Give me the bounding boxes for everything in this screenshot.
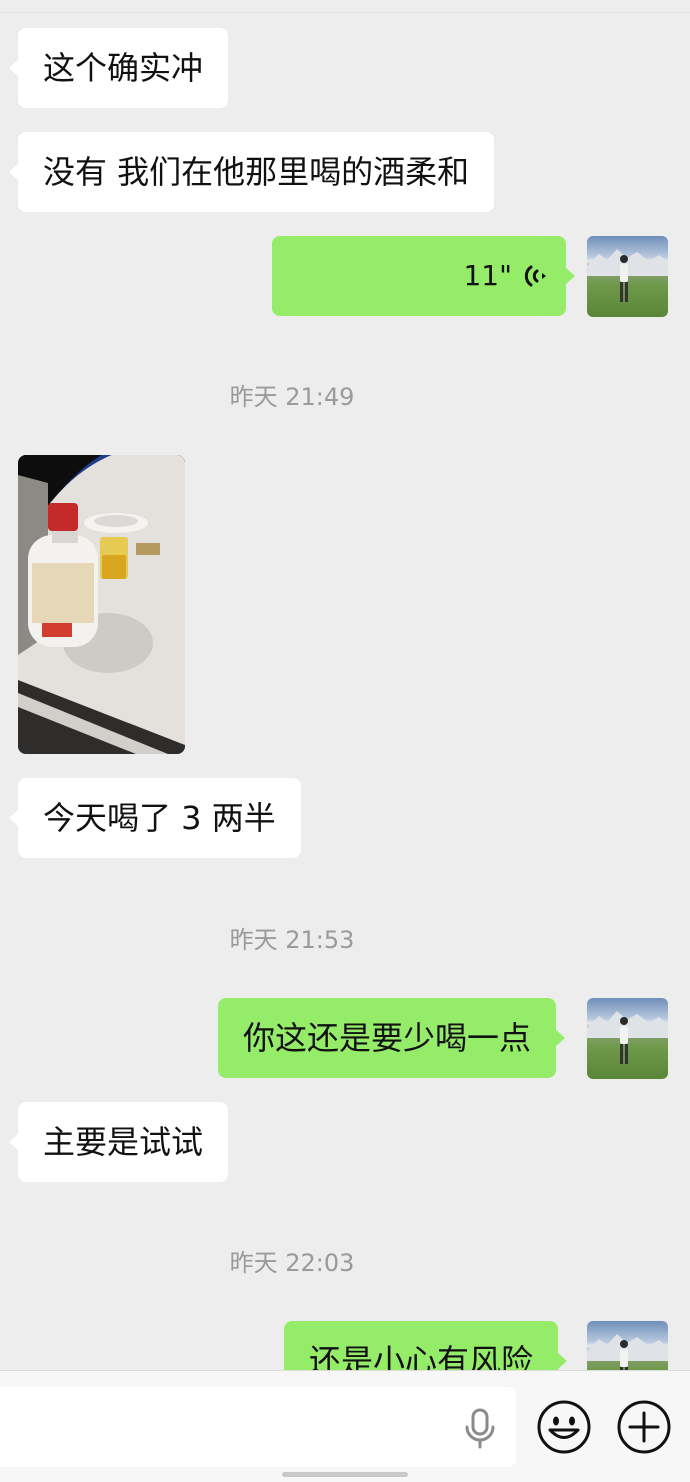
incoming-message-bubble[interactable]: 没有 我们在他那里喝的酒柔和 xyxy=(8,132,495,212)
voice-message-bubble[interactable]: 11" xyxy=(272,236,575,316)
plus-icon[interactable] xyxy=(616,1399,672,1455)
message-text: 今天喝了 3 两半 xyxy=(43,799,276,837)
liquor-bottle-photo[interactable] xyxy=(18,455,185,754)
timestamp: 昨天 21:49 xyxy=(229,383,355,411)
home-indicator[interactable] xyxy=(282,1472,408,1477)
message-text: 你这还是要少喝一点 xyxy=(243,1019,532,1057)
message-input[interactable] xyxy=(0,1387,516,1467)
my-avatar[interactable] xyxy=(587,236,668,317)
incoming-message-bubble[interactable]: 主要是试试 xyxy=(8,1102,229,1182)
avatar-golfer xyxy=(620,255,628,302)
top-divider xyxy=(0,12,690,13)
my-avatar[interactable] xyxy=(587,998,668,1079)
photo-content xyxy=(18,455,185,754)
emoji-icon[interactable] xyxy=(536,1399,592,1455)
timestamp: 昨天 22:03 xyxy=(229,1249,355,1277)
voice-duration: 11" xyxy=(463,259,512,292)
outgoing-message-bubble[interactable]: 你这还是要少喝一点 xyxy=(218,998,566,1078)
message-text: 主要是试试 xyxy=(43,1123,204,1161)
message-text: 没有 我们在他那里喝的酒柔和 xyxy=(43,153,470,191)
voice-wave-icon xyxy=(524,265,546,287)
message-input-bar xyxy=(0,1370,690,1482)
message-text: 这个确实冲 xyxy=(43,49,204,87)
timestamp: 昨天 21:53 xyxy=(229,926,355,954)
avatar-golfer xyxy=(620,1017,628,1064)
microphone-icon[interactable] xyxy=(462,1407,498,1449)
chat-screen: 这个确实冲 没有 我们在他那里喝的酒柔和 11" 昨天 21:49 今天喝了 3… xyxy=(0,0,690,1482)
incoming-message-bubble[interactable]: 这个确实冲 xyxy=(8,28,229,108)
incoming-message-bubble[interactable]: 今天喝了 3 两半 xyxy=(9,778,301,858)
